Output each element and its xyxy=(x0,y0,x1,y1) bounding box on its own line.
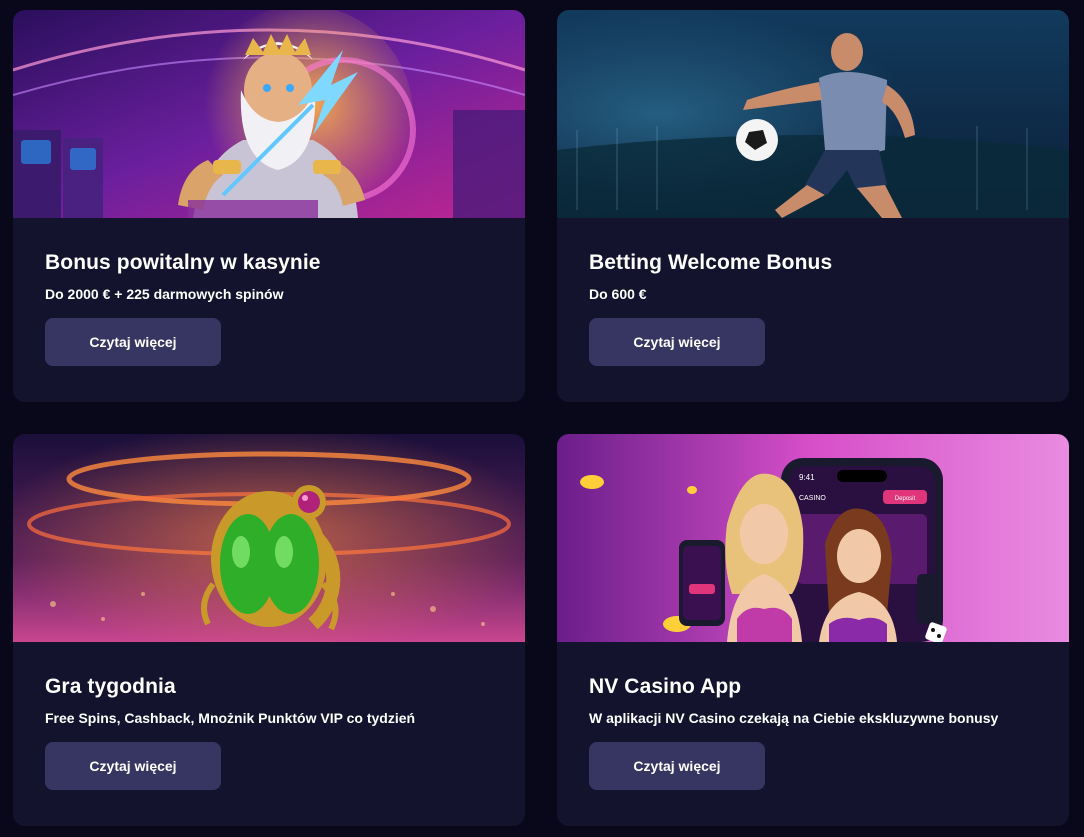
card-subtitle: W aplikacji NV Casino czekają na Ciebie … xyxy=(589,710,999,726)
read-more-button[interactable]: Czytaj więcej xyxy=(589,318,765,366)
promo-card-game-of-week: Gra tygodnia Free Spins, Cashback, Mnożn… xyxy=(13,434,525,826)
phone-brand: CASINO xyxy=(799,495,826,502)
phone-deposit-label: Deposit xyxy=(895,496,916,502)
card-title: Gra tygodnia xyxy=(45,675,176,698)
read-more-button[interactable]: Czytaj więcej xyxy=(45,318,221,366)
phone-time: 9:41 xyxy=(799,473,815,482)
football-player-banner-image xyxy=(557,10,1069,218)
read-more-button[interactable]: Czytaj więcej xyxy=(589,742,765,790)
scarab-banner-image xyxy=(13,434,525,642)
read-more-button[interactable]: Czytaj więcej xyxy=(45,742,221,790)
card-title: NV Casino App xyxy=(589,675,742,698)
promo-card-casino-welcome: Bonus powitalny w kasynie Do 2000 € + 22… xyxy=(13,10,525,402)
card-subtitle: Do 600 € xyxy=(589,286,647,302)
card-title: Bonus powitalny w kasynie xyxy=(45,251,321,274)
card-title: Betting Welcome Bonus xyxy=(589,251,833,274)
card-subtitle: Do 2000 € + 225 darmowych spinów xyxy=(45,286,284,302)
zeus-banner-image xyxy=(13,10,525,218)
card-subtitle: Free Spins, Cashback, Mnożnik Punktów VI… xyxy=(45,710,416,726)
promo-card-casino-app: 9:41 CASINO Deposit NV Casino App W apli… xyxy=(557,434,1069,826)
promo-card-betting-welcome: Betting Welcome Bonus Do 600 € Czytaj wi… xyxy=(557,10,1069,402)
casino-app-banner-image: 9:41 CASINO Deposit xyxy=(557,434,1069,642)
